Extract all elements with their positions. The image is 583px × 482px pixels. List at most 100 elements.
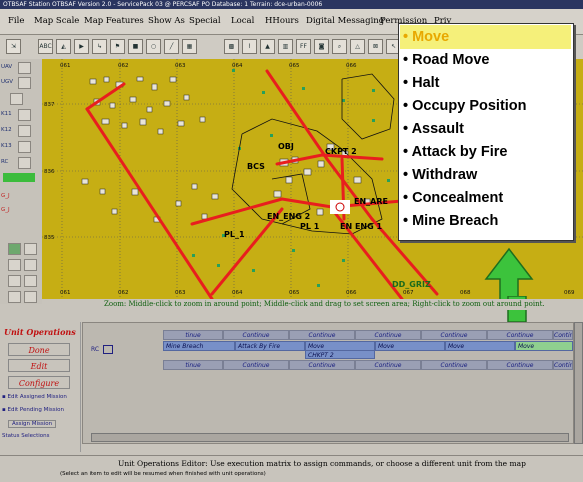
matrix-footer-cell[interactable]: Continue (289, 360, 355, 370)
popup-item-attack-by-fire[interactable]: • Attack by Fire (403, 144, 507, 160)
label-bcs: BCS (247, 162, 265, 171)
matrix-action-cell[interactable]: Move (375, 341, 445, 351)
arrow-icon[interactable]: ▶ (74, 39, 89, 54)
matrix-action-cell[interactable]: Attack By Fire (235, 341, 305, 351)
matrix-header-cell[interactable]: Continue (223, 330, 289, 340)
grid-bottom-label: 065 (289, 290, 300, 296)
k11-icon[interactable] (18, 109, 31, 121)
popup-item-withdraw[interactable]: • Withdraw (403, 167, 477, 183)
label-en-eng-2: EN_ENG 2 (267, 212, 310, 221)
selected-unit-swatch[interactable] (3, 173, 35, 182)
edit-assigned-mission-label: Edit Assigned Mission (7, 394, 67, 400)
status-bar: Unit Operations Editor: Use execution ma… (0, 455, 583, 482)
label-en-are: EN_ARE (354, 197, 388, 206)
grid-top-label: 064 (232, 63, 243, 69)
matrix-header-cell[interactable]: tinue (163, 330, 223, 340)
horizontal-scrollbar[interactable] (91, 433, 569, 442)
matrix-footer-cell[interactable]: Continue (421, 360, 487, 370)
popup-item-concealment[interactable]: • Concealment (403, 190, 503, 206)
popup-item-assault[interactable]: • Assault (403, 121, 464, 137)
fire-palette-icon[interactable] (8, 291, 21, 303)
ugv-icon[interactable] (18, 77, 31, 89)
line-icon[interactable]: ╱ (164, 39, 179, 54)
flag-icon[interactable]: ⚑ (110, 39, 125, 54)
zoom-icon[interactable]: ⌕ (332, 39, 347, 54)
ruler-icon[interactable] (8, 259, 21, 271)
done-button[interactable]: Done (8, 343, 70, 356)
k12-icon[interactable] (18, 125, 31, 137)
matrix-header-cell[interactable]: Continue (553, 330, 573, 340)
palette-label-k13: K13 (1, 143, 12, 149)
palette-label-rc: RC (1, 159, 9, 165)
matrix-footer-cell[interactable]: Continue (223, 360, 289, 370)
command-popup-menu: • Move • Road Move • Halt • Occupy Posit… (398, 23, 574, 241)
grid-bottom-label: 064 (232, 290, 243, 296)
matrix-action-cell[interactable]: Move (445, 341, 515, 351)
plus-icon[interactable] (24, 291, 37, 303)
menu-hhours[interactable]: HHours (265, 16, 299, 26)
matrix-header-cell[interactable]: Continue (421, 330, 487, 340)
palette-label-gj2: G_J (1, 207, 10, 213)
building-icon[interactable]: ▥ (278, 39, 293, 54)
selected-unit-marker[interactable] (330, 200, 350, 214)
fire-icon[interactable]: FF (296, 39, 311, 54)
crossed-icon[interactable]: ⊠ (368, 39, 383, 54)
matrix-action-cell[interactable]: Move (515, 341, 573, 351)
zoom-out-icon[interactable] (8, 243, 21, 255)
vertical-scrollbar[interactable] (574, 322, 583, 444)
settings-icon[interactable] (24, 275, 37, 287)
unit-icon[interactable]: ◭ (56, 39, 71, 54)
popup-item-move[interactable]: • Move (403, 29, 449, 45)
grid-bottom-label: 067 (403, 290, 414, 296)
matrix-footer-cell[interactable]: Continue (487, 360, 553, 370)
status-selections-label[interactable]: Status Selections (2, 433, 50, 439)
left-palette: UAV UGV K11 K12 K13 RC G_J G_J (0, 59, 42, 304)
grid-palette-icon[interactable] (24, 259, 37, 271)
menu-special[interactable]: Special (189, 16, 221, 26)
menu-file[interactable]: File (8, 16, 24, 26)
edit-button[interactable]: Edit (8, 359, 70, 372)
uav-icon[interactable] (18, 62, 31, 74)
palette-label-uav: UAV (1, 64, 13, 70)
square-icon[interactable]: ■ (128, 39, 143, 54)
matrix-header-cell[interactable]: Continue (289, 330, 355, 340)
edit-pending-mission-option[interactable]: ▪ Edit Pending Mission (2, 407, 64, 413)
menu-show-as[interactable]: Show As (148, 16, 185, 26)
menu-local[interactable]: Local (231, 16, 254, 26)
popup-item-road-move[interactable]: • Road Move (403, 52, 489, 68)
layers-icon[interactable] (8, 275, 21, 287)
rc-icon[interactable] (18, 157, 31, 169)
matrix-action-cell[interactable]: Mine Breach (163, 341, 235, 351)
structure-icon[interactable] (10, 93, 23, 105)
popup-item-halt[interactable]: • Halt (403, 75, 440, 91)
assign-mission-button[interactable]: Assign Mission (8, 420, 57, 428)
zoom-in-icon[interactable] (24, 243, 37, 255)
pointer-icon[interactable]: ⇲ (6, 39, 21, 54)
popup-item-mine-breach[interactable]: • Mine Breach (403, 213, 498, 229)
bridge-icon[interactable]: ⌇ (242, 39, 257, 54)
abc-def-icon[interactable]: ABC (38, 39, 53, 54)
configure-button[interactable]: Configure (8, 376, 70, 389)
status-sub-text: (Select an item to edit will be resumed … (60, 471, 266, 477)
arrow-up-icon[interactable]: ▲ (260, 39, 275, 54)
menu-map-features[interactable]: Map Features (84, 16, 144, 26)
popup-item-occupy-position[interactable]: • Occupy Position (403, 98, 527, 114)
matrix-footer-cell[interactable]: Continue (553, 360, 573, 370)
grid-icon[interactable]: ▦ (182, 39, 197, 54)
matrix-footer-cell[interactable]: tinue (163, 360, 223, 370)
menu-digital-messaging[interactable]: Digital Messaging (306, 16, 384, 26)
route-icon[interactable]: ↳ (92, 39, 107, 54)
matrix-footer-cell[interactable]: Continue (355, 360, 421, 370)
warning-icon[interactable]: △ (350, 39, 365, 54)
target-icon[interactable]: ◙ (314, 39, 329, 54)
matrix-header-cell[interactable]: Continue (355, 330, 421, 340)
k13-icon[interactable] (18, 141, 31, 153)
grid-top-label: 062 (118, 63, 129, 69)
matrix-action-subcell[interactable]: CHKPT 2 (305, 350, 375, 359)
edit-assigned-mission-option[interactable]: ▪ Edit Assigned Mission (2, 394, 67, 400)
matrix-header-cell[interactable]: Continue (487, 330, 553, 340)
label-en-eng-1: EN ENG 1 (340, 222, 382, 231)
circle-icon[interactable]: ○ (146, 39, 161, 54)
menu-map-scale[interactable]: Map Scale (34, 16, 79, 26)
obstacle-icon[interactable]: ▩ (224, 39, 239, 54)
